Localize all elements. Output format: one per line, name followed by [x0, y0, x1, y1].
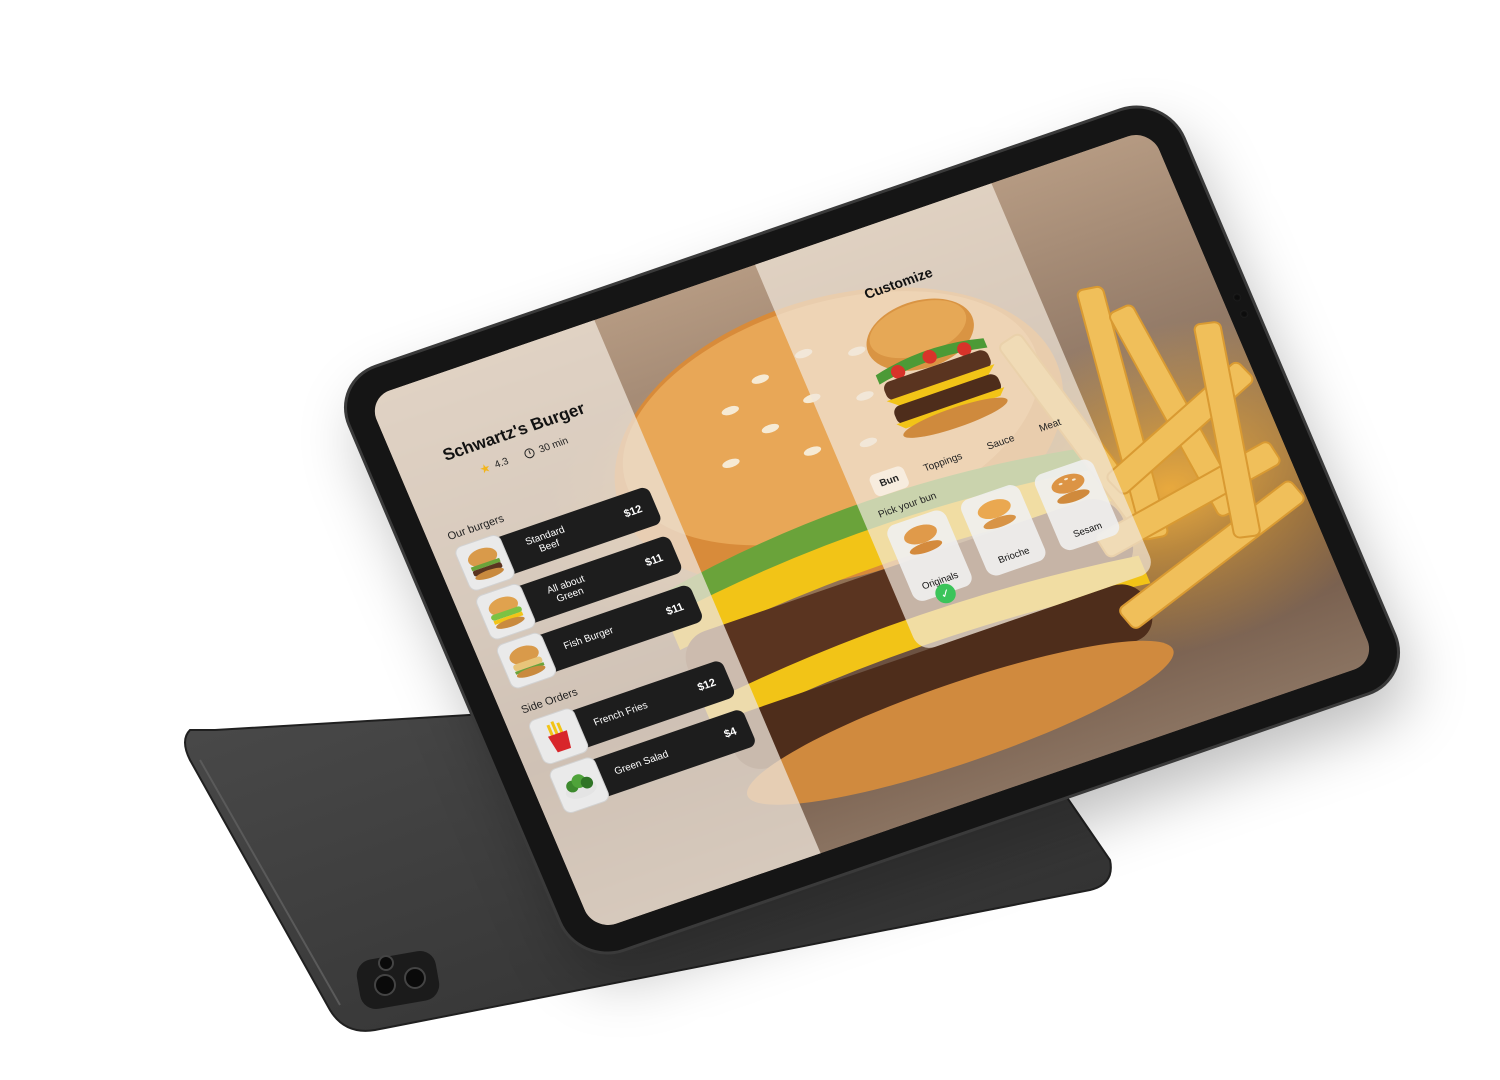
- tab-toppings[interactable]: Toppings: [912, 443, 974, 482]
- bun-label: Brioche: [996, 545, 1032, 566]
- sensor-icon: [1238, 309, 1250, 320]
- item-name: French Fries: [592, 700, 650, 729]
- bun-icon: [904, 524, 943, 555]
- tab-bun[interactable]: Bun: [868, 464, 911, 498]
- item-price: $12: [695, 676, 718, 694]
- fish-burger-icon: [509, 645, 546, 678]
- front-camera-icon: [1231, 292, 1243, 303]
- fries-icon: [546, 721, 572, 753]
- clock-icon: [523, 446, 537, 460]
- bun-option-originals[interactable]: Originals ✓: [884, 507, 975, 606]
- bun-label: Sesam: [1071, 520, 1104, 541]
- rating-value: 4.3: [492, 455, 511, 471]
- item-name: Green Salad: [612, 749, 671, 778]
- green-burger-icon: [488, 596, 525, 629]
- item-name: Standard Beef: [523, 524, 567, 555]
- burger-icon: [467, 547, 504, 580]
- salad-icon: [565, 774, 597, 799]
- bun-option-sesam[interactable]: Sesam: [1031, 456, 1123, 553]
- delivery-time: 30 min: [523, 435, 570, 460]
- item-price: $12: [622, 503, 645, 521]
- bun-icon: [977, 499, 1016, 530]
- item-price: $11: [643, 552, 666, 569]
- item-name: All about Green: [545, 573, 587, 605]
- item-price: $11: [664, 601, 686, 618]
- bun-icon: [1051, 473, 1090, 504]
- star-icon: ★: [477, 460, 493, 477]
- rating: ★ 4.3: [477, 454, 511, 477]
- tab-meat[interactable]: Meat: [1028, 409, 1073, 443]
- bun-option-brioche[interactable]: Brioche: [957, 482, 1049, 579]
- item-price: $4: [722, 725, 739, 741]
- item-name: Fish Burger: [562, 625, 616, 653]
- tab-sauce[interactable]: Sauce: [975, 425, 1026, 461]
- delivery-time-value: 30 min: [537, 435, 570, 456]
